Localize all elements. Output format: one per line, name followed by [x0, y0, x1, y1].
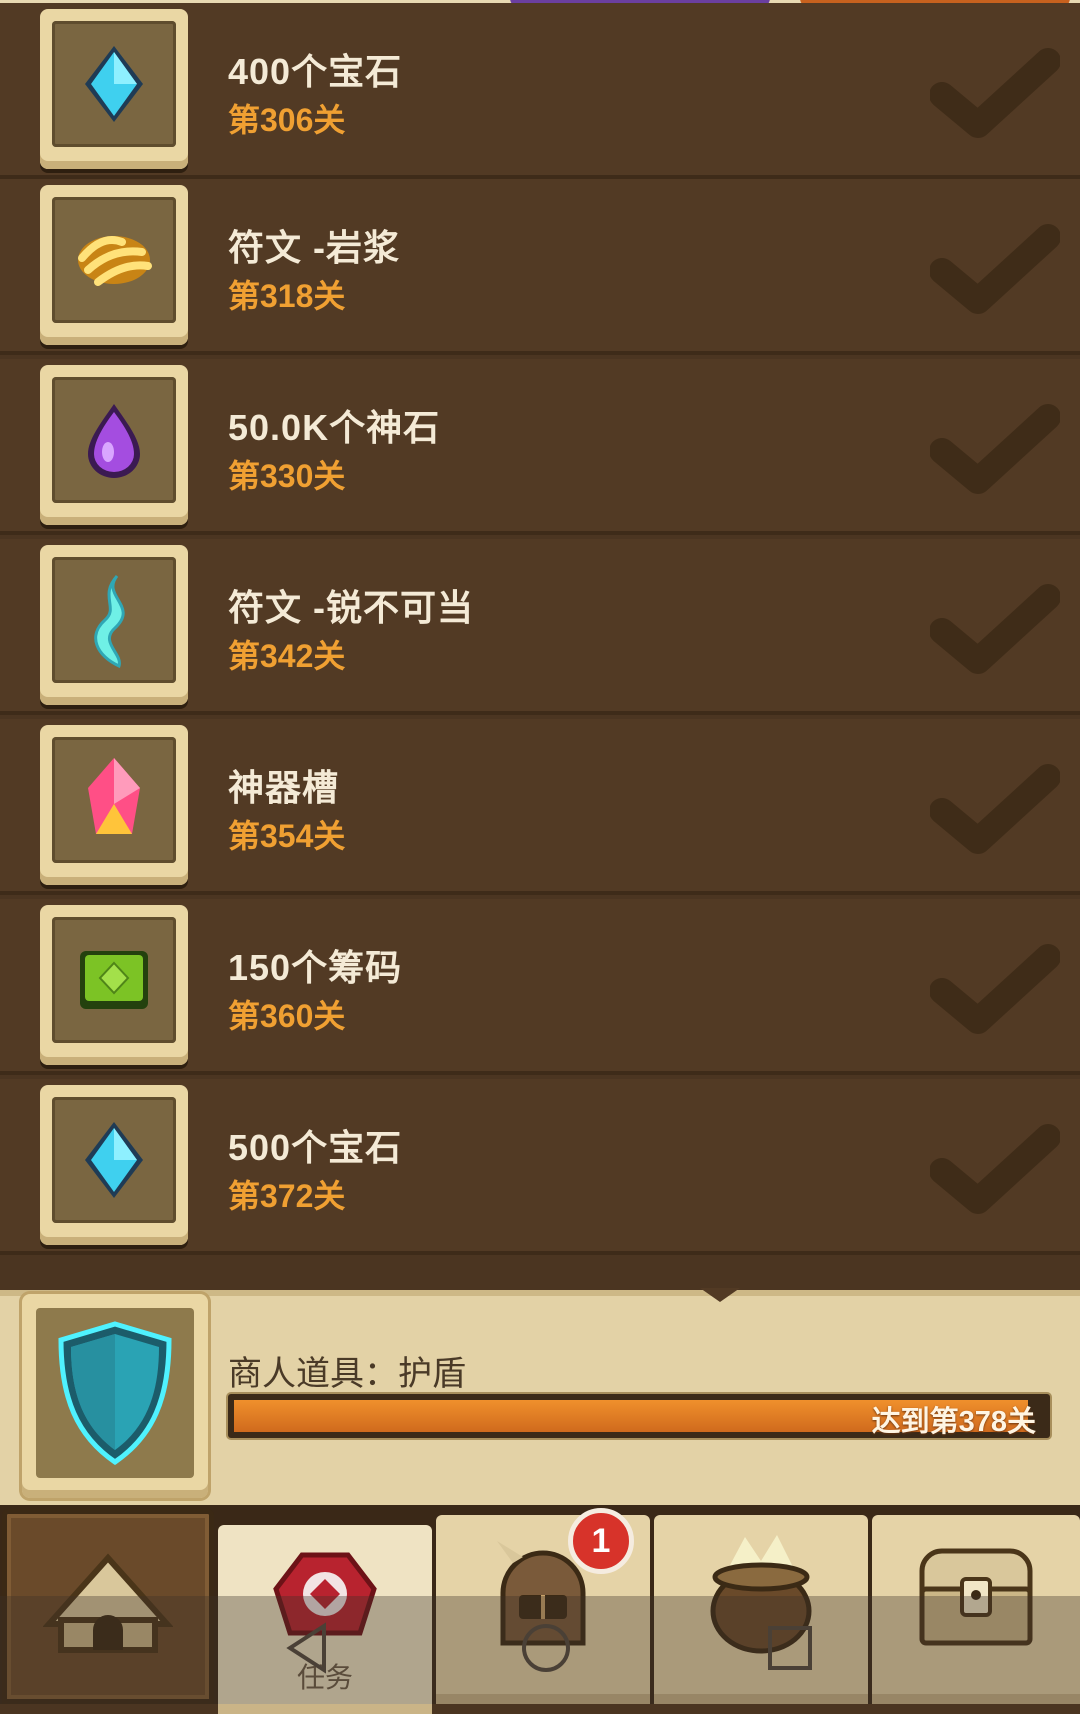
reward-level: 第372关: [228, 1178, 346, 1214]
checkmark-icon: [930, 1124, 1060, 1214]
reward-icon-frame: [40, 1085, 188, 1245]
lava-rune-icon: [78, 236, 152, 286]
reward-title: 50.0K个神石: [228, 407, 441, 448]
sharp-rune-icon: [94, 574, 125, 669]
blue-gem-icon: [85, 1122, 143, 1198]
recents-square-icon[interactable]: [762, 1620, 818, 1676]
android-nav-bar: [0, 1596, 1080, 1704]
reward-title: 神器槽: [228, 767, 340, 808]
reward-title: 400个宝石: [228, 51, 403, 92]
reward-level: 第306关: [228, 102, 346, 138]
reward-icon-frame: [40, 905, 188, 1065]
reward-icon-frame: [40, 365, 188, 525]
progress-bar: 达到第378关: [228, 1394, 1050, 1438]
blue-gem-icon: [85, 46, 143, 122]
notification-badge: 1: [568, 1508, 634, 1574]
back-icon[interactable]: [280, 1620, 336, 1676]
checkmark-icon: [930, 944, 1060, 1034]
next-reward-icon-frame: [22, 1294, 208, 1498]
reward-row[interactable]: 神器槽 第354关: [0, 719, 1080, 895]
reward-row[interactable]: 符文 -岩浆 第318关: [0, 179, 1080, 355]
reward-level: 第318关: [228, 278, 346, 314]
checkmark-icon: [930, 404, 1060, 494]
reward-level: 第342关: [228, 638, 346, 674]
reward-level: 第360关: [228, 998, 346, 1034]
reward-icon-frame: [40, 9, 188, 169]
progress-text: 达到第378关: [871, 1406, 1036, 1438]
reward-row[interactable]: 400个宝石 第306关: [0, 3, 1080, 179]
reward-level: 第330关: [228, 458, 346, 494]
next-reward-panel: 商人道具：护盾 达到第378关: [0, 1288, 1080, 1505]
reward-icon-frame: [40, 185, 188, 345]
checkmark-icon: [930, 764, 1060, 854]
green-chip-icon: [80, 951, 148, 1009]
checkmark-icon: [930, 584, 1060, 674]
reward-title: 符文 -岩浆: [228, 227, 400, 268]
reward-row[interactable]: 500个宝石 第372关: [0, 1079, 1080, 1255]
reward-icon-frame: [40, 725, 188, 885]
purple-stone-icon: [88, 404, 140, 478]
next-reward-label: 商人道具：护盾: [228, 1355, 466, 1393]
reward-icon-frame: [40, 545, 188, 705]
reward-row[interactable]: 150个筹码 第360关: [0, 899, 1080, 1075]
reward-title: 符文 -锐不可当: [228, 587, 474, 628]
artifact-crystal-icon: [88, 758, 140, 834]
shield-icon: [58, 1321, 172, 1466]
reward-title: 150个筹码: [228, 947, 403, 988]
reward-row[interactable]: 50.0K个神石 第330关: [0, 359, 1080, 535]
panel-notch: [700, 1288, 740, 1302]
checkmark-icon: [930, 48, 1060, 138]
checkmark-icon: [930, 224, 1060, 314]
reward-row[interactable]: 符文 -锐不可当 第342关: [0, 539, 1080, 715]
reward-level: 第354关: [228, 818, 346, 854]
reward-title: 500个宝石: [228, 1127, 403, 1168]
home-circle-icon[interactable]: [518, 1620, 574, 1676]
